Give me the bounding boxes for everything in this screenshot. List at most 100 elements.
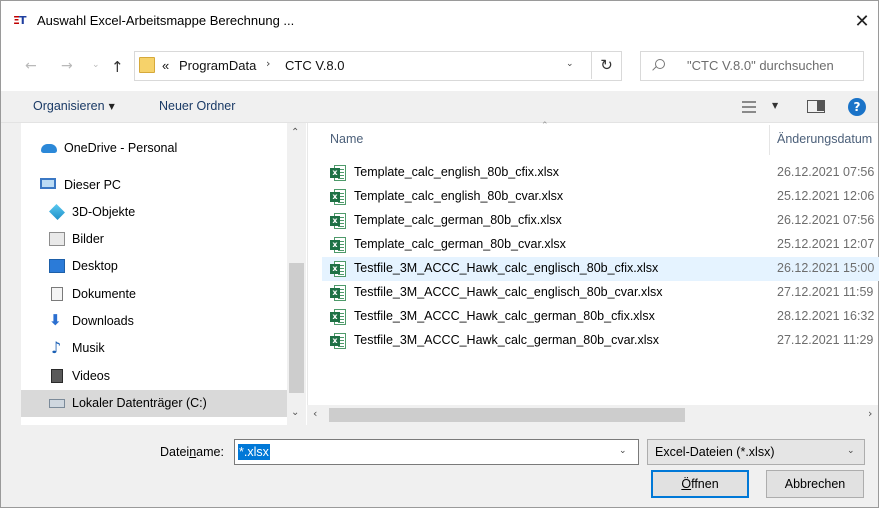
sort-ascending-icon: ⌃ bbox=[541, 121, 549, 131]
breadcrumb-programdata[interactable]: ProgramData bbox=[179, 58, 256, 73]
column-header-name[interactable]: Name bbox=[330, 132, 363, 146]
file-row[interactable]: x Testfile_3M_ACCC_Hawk_calc_german_80b_… bbox=[322, 329, 879, 353]
file-row[interactable]: x Template_calc_english_80b_cfix.xlsx 26… bbox=[322, 161, 879, 185]
excel-file-icon: x bbox=[330, 237, 346, 253]
up-arrow-icon[interactable]: ↑ bbox=[111, 58, 124, 76]
navigation-scrollbar[interactable]: ⌃ ⌄ bbox=[287, 123, 306, 425]
nav-label: Bilder bbox=[72, 232, 104, 246]
nav-label: Dieser PC bbox=[64, 178, 121, 192]
excel-file-icon: x bbox=[330, 165, 346, 181]
chevron-down-icon[interactable]: ⌄ bbox=[847, 446, 855, 456]
file-row[interactable]: x Testfile_3M_ACCC_Hawk_calc_englisch_80… bbox=[322, 281, 879, 305]
file-name: Testfile_3M_ACCC_Hawk_calc_englisch_80b_… bbox=[354, 261, 659, 275]
scroll-up-icon[interactable]: ⌃ bbox=[291, 127, 299, 138]
music-icon: ♪ bbox=[51, 338, 62, 357]
file-list: ⌃ Name Änderungsdatum x Template_calc_en… bbox=[307, 121, 879, 405]
address-row: ← → ⌄ ↑ « ProgramData › CTC V.8.0 ⌄ ↻ "C… bbox=[1, 41, 878, 91]
nav-item-this-pc[interactable]: Dieser PC bbox=[21, 172, 287, 199]
file-date: 27.12.2021 11:29 bbox=[777, 333, 874, 347]
forward-arrow-icon[interactable]: → bbox=[61, 58, 73, 74]
filename-value[interactable]: *.xlsx bbox=[238, 444, 270, 460]
file-name: Template_calc_english_80b_cvar.xlsx bbox=[354, 189, 564, 203]
close-icon[interactable]: ✕ bbox=[849, 9, 875, 35]
file-name: Testfile_3M_ACCC_Hawk_calc_german_80b_cf… bbox=[354, 309, 655, 323]
file-date: 26.12.2021 15:00 bbox=[777, 261, 875, 275]
file-date: 27.12.2021 11:59 bbox=[777, 285, 874, 299]
excel-file-icon: x bbox=[330, 333, 346, 349]
nav-item-local-disk[interactable]: Lokaler Datenträger (C:) bbox=[21, 390, 287, 417]
file-row[interactable]: x Template_calc_english_80b_cvar.xlsx 25… bbox=[322, 185, 879, 209]
scrollbar-thumb[interactable] bbox=[289, 263, 304, 393]
navigation-pane: OneDrive - Personal Dieser PC 3D-Objekte… bbox=[21, 123, 307, 425]
scroll-left-icon[interactable]: ‹ bbox=[313, 407, 317, 420]
file-date: 26.12.2021 07:56 bbox=[777, 213, 875, 227]
refresh-icon[interactable]: ↻ bbox=[591, 51, 621, 79]
videos-icon bbox=[51, 369, 63, 383]
file-list-horizontal-scrollbar[interactable]: ‹ › bbox=[307, 405, 878, 425]
file-open-dialog: ΞT Auswahl Excel-Arbeitsmappe Berechnung… bbox=[0, 0, 879, 508]
breadcrumb-overflow[interactable]: « bbox=[162, 58, 169, 73]
chevron-right-icon[interactable]: › bbox=[266, 57, 270, 70]
help-icon[interactable]: ? bbox=[848, 98, 866, 116]
documents-icon bbox=[51, 287, 63, 301]
file-row-hovered[interactable]: x Testfile_3M_ACCC_Hawk_calc_englisch_80… bbox=[322, 257, 879, 281]
address-bar[interactable]: « ProgramData › CTC V.8.0 ⌄ bbox=[134, 51, 622, 81]
excel-file-icon: x bbox=[330, 309, 346, 325]
cancel-button[interactable]: Abbrechen bbox=[766, 470, 864, 498]
3d-objects-icon bbox=[49, 204, 65, 220]
column-divider[interactable] bbox=[769, 125, 770, 155]
file-row[interactable]: x Template_calc_german_80b_cfix.xlsx 26.… bbox=[322, 209, 879, 233]
back-arrow-icon[interactable]: ← bbox=[25, 58, 37, 74]
nav-item-desktop[interactable]: Desktop bbox=[21, 253, 287, 280]
nav-label: OneDrive - Personal bbox=[64, 141, 178, 155]
new-folder-button[interactable]: Neuer Ordner bbox=[159, 99, 235, 113]
file-row[interactable]: x Template_calc_german_80b_cvar.xlsx 25.… bbox=[322, 233, 879, 257]
column-header-date[interactable]: Änderungsdatum bbox=[777, 132, 872, 146]
nav-label: Downloads bbox=[72, 314, 134, 328]
breadcrumb-ctc[interactable]: CTC V.8.0 bbox=[285, 58, 345, 73]
nav-item-pictures[interactable]: Bilder bbox=[21, 226, 287, 253]
search-placeholder: "CTC V.8.0" durchsuchen bbox=[687, 58, 834, 73]
command-bar: Organisieren ▼ Neuer Ordner ▼ ? bbox=[1, 91, 878, 123]
nav-label: Musik bbox=[72, 341, 105, 355]
nav-item-onedrive[interactable]: OneDrive - Personal bbox=[21, 135, 287, 162]
excel-file-icon: x bbox=[330, 261, 346, 277]
preview-pane-icon[interactable] bbox=[807, 100, 825, 113]
filename-input[interactable]: *.xlsx ⌄ bbox=[234, 439, 639, 465]
window-title: Auswahl Excel-Arbeitsmappe Berechnung ..… bbox=[37, 13, 295, 28]
chevron-down-icon[interactable]: ⌄ bbox=[566, 59, 574, 69]
file-date: 28.12.2021 16:32 bbox=[777, 309, 875, 323]
organize-button[interactable]: Organisieren ▼ bbox=[33, 99, 115, 113]
scroll-right-icon[interactable]: › bbox=[868, 407, 872, 420]
organize-label: Organisieren bbox=[33, 99, 105, 113]
nav-item-downloads[interactable]: ⬇ Downloads bbox=[21, 308, 287, 335]
nav-item-music[interactable]: ♪ Musik bbox=[21, 335, 287, 362]
app-icon: ΞT bbox=[13, 14, 26, 27]
nav-item-videos[interactable]: Videos bbox=[21, 363, 287, 390]
recent-locations-icon[interactable]: ⌄ bbox=[92, 60, 100, 70]
search-input[interactable]: "CTC V.8.0" durchsuchen bbox=[640, 51, 864, 81]
nav-label: Desktop bbox=[72, 259, 118, 273]
chevron-down-icon[interactable]: ⌄ bbox=[619, 446, 627, 456]
excel-file-icon: x bbox=[330, 213, 346, 229]
filetype-select[interactable]: Excel-Dateien (*.xlsx) ⌄ bbox=[647, 439, 865, 465]
open-button[interactable]: Öffnen bbox=[651, 470, 749, 498]
computer-icon bbox=[40, 178, 56, 189]
view-options-icon[interactable] bbox=[742, 101, 756, 113]
view-caret-down-icon[interactable]: ▼ bbox=[772, 101, 778, 110]
title-bar: ΞT Auswahl Excel-Arbeitsmappe Berechnung… bbox=[1, 1, 878, 41]
file-date: 25.12.2021 12:06 bbox=[777, 189, 875, 203]
drive-icon bbox=[49, 399, 65, 408]
pictures-icon bbox=[49, 232, 65, 246]
excel-file-icon: x bbox=[330, 285, 346, 301]
filename-label: Dateiname: bbox=[160, 445, 224, 459]
file-name: Template_calc_german_80b_cvar.xlsx bbox=[354, 237, 566, 251]
scroll-down-icon[interactable]: ⌄ bbox=[291, 407, 299, 418]
file-name: Template_calc_german_80b_cfix.xlsx bbox=[354, 213, 562, 227]
excel-file-icon: x bbox=[330, 189, 346, 205]
nav-item-3d-objects[interactable]: 3D-Objekte bbox=[21, 199, 287, 226]
scrollbar-thumb[interactable] bbox=[329, 408, 685, 422]
file-row[interactable]: x Testfile_3M_ACCC_Hawk_calc_german_80b_… bbox=[322, 305, 879, 329]
nav-item-documents[interactable]: Dokumente bbox=[21, 281, 287, 308]
downloads-icon: ⬇ bbox=[49, 311, 62, 329]
